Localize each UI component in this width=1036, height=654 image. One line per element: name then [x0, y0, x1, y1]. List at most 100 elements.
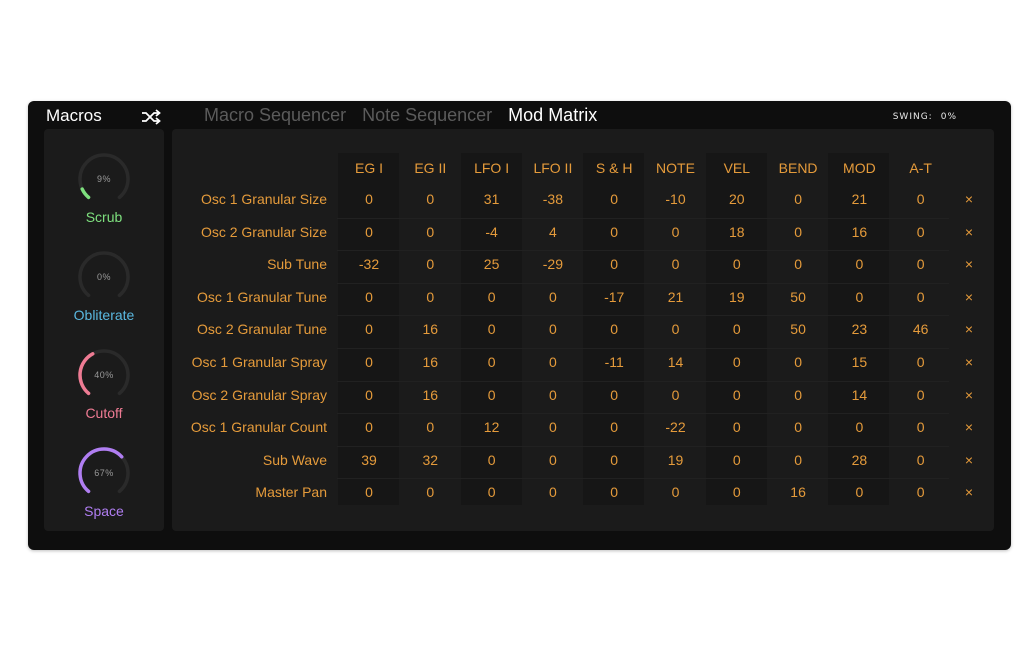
clear-row-icon[interactable]: ×: [959, 224, 979, 240]
mod-amount-cell[interactable]: 0: [399, 419, 461, 435]
mod-amount-cell[interactable]: 0: [828, 419, 890, 435]
clear-row-icon[interactable]: ×: [959, 256, 979, 272]
mod-amount-cell[interactable]: 0: [338, 354, 400, 370]
mod-amount-cell[interactable]: 0: [461, 452, 523, 468]
mod-amount-cell[interactable]: 0: [890, 419, 952, 435]
clear-row-icon[interactable]: ×: [959, 419, 979, 435]
mod-amount-cell[interactable]: 0: [338, 224, 400, 240]
mod-amount-cell[interactable]: 0: [583, 224, 645, 240]
mod-amount-cell[interactable]: 23: [828, 321, 890, 337]
mod-amount-cell[interactable]: -10: [645, 191, 707, 207]
mod-amount-cell[interactable]: 19: [645, 452, 707, 468]
mod-amount-cell[interactable]: 12: [461, 419, 523, 435]
tab-mod-matrix[interactable]: Mod Matrix: [508, 105, 597, 126]
tab-note-sequencer[interactable]: Note Sequencer: [362, 105, 492, 126]
macro-knob-scrub[interactable]: 9%: [76, 151, 132, 207]
mod-amount-cell[interactable]: 0: [645, 321, 707, 337]
mod-amount-cell[interactable]: 0: [399, 224, 461, 240]
mod-amount-cell[interactable]: 0: [522, 484, 584, 500]
mod-amount-cell[interactable]: 0: [522, 354, 584, 370]
mod-amount-cell[interactable]: 15: [828, 354, 890, 370]
mod-amount-cell[interactable]: 16: [399, 321, 461, 337]
mod-amount-cell[interactable]: 0: [890, 484, 952, 500]
mod-amount-cell[interactable]: 0: [706, 419, 768, 435]
mod-amount-cell[interactable]: 0: [890, 191, 952, 207]
mod-amount-cell[interactable]: 31: [461, 191, 523, 207]
mod-amount-cell[interactable]: 0: [890, 387, 952, 403]
clear-row-icon[interactable]: ×: [959, 387, 979, 403]
mod-amount-cell[interactable]: 0: [583, 484, 645, 500]
clear-row-icon[interactable]: ×: [959, 452, 979, 468]
mod-amount-cell[interactable]: 16: [399, 387, 461, 403]
mod-amount-cell[interactable]: 0: [645, 256, 707, 272]
mod-amount-cell[interactable]: 0: [399, 289, 461, 305]
mod-amount-cell[interactable]: -29: [522, 256, 584, 272]
macro-knob-cutoff[interactable]: 40%: [76, 347, 132, 403]
mod-amount-cell[interactable]: -4: [461, 224, 523, 240]
mod-amount-cell[interactable]: 19: [706, 289, 768, 305]
swing-readout[interactable]: SWING: 0%: [893, 112, 957, 122]
mod-amount-cell[interactable]: 0: [706, 354, 768, 370]
mod-amount-cell[interactable]: 0: [645, 224, 707, 240]
mod-amount-cell[interactable]: -22: [645, 419, 707, 435]
mod-amount-cell[interactable]: 0: [767, 256, 829, 272]
mod-amount-cell[interactable]: 0: [645, 387, 707, 403]
mod-amount-cell[interactable]: 0: [890, 289, 952, 305]
mod-amount-cell[interactable]: 0: [767, 224, 829, 240]
mod-amount-cell[interactable]: 16: [767, 484, 829, 500]
mod-amount-cell[interactable]: 25: [461, 256, 523, 272]
mod-amount-cell[interactable]: 0: [583, 419, 645, 435]
mod-amount-cell[interactable]: 0: [706, 452, 768, 468]
mod-amount-cell[interactable]: 0: [828, 289, 890, 305]
mod-amount-cell[interactable]: 16: [828, 224, 890, 240]
mod-amount-cell[interactable]: 0: [583, 387, 645, 403]
mod-amount-cell[interactable]: 28: [828, 452, 890, 468]
mod-amount-cell[interactable]: 14: [645, 354, 707, 370]
mod-amount-cell[interactable]: 0: [461, 321, 523, 337]
mod-amount-cell[interactable]: 0: [767, 452, 829, 468]
mod-amount-cell[interactable]: 0: [338, 321, 400, 337]
mod-amount-cell[interactable]: 0: [706, 321, 768, 337]
mod-amount-cell[interactable]: 0: [522, 387, 584, 403]
mod-amount-cell[interactable]: 0: [583, 321, 645, 337]
mod-amount-cell[interactable]: 0: [461, 289, 523, 305]
mod-amount-cell[interactable]: 0: [461, 387, 523, 403]
mod-amount-cell[interactable]: 0: [583, 452, 645, 468]
mod-amount-cell[interactable]: 0: [522, 289, 584, 305]
clear-row-icon[interactable]: ×: [959, 191, 979, 207]
macro-knob-obliterate[interactable]: 0%: [76, 249, 132, 305]
shuffle-icon[interactable]: [141, 109, 161, 125]
mod-amount-cell[interactable]: 0: [706, 484, 768, 500]
mod-amount-cell[interactable]: 0: [461, 354, 523, 370]
mod-amount-cell[interactable]: 0: [767, 191, 829, 207]
mod-amount-cell[interactable]: 0: [828, 484, 890, 500]
mod-amount-cell[interactable]: -38: [522, 191, 584, 207]
clear-row-icon[interactable]: ×: [959, 484, 979, 500]
mod-amount-cell[interactable]: 0: [890, 256, 952, 272]
mod-amount-cell[interactable]: 0: [399, 191, 461, 207]
mod-amount-cell[interactable]: 50: [767, 289, 829, 305]
mod-amount-cell[interactable]: 0: [338, 191, 400, 207]
mod-amount-cell[interactable]: -11: [583, 354, 645, 370]
mod-amount-cell[interactable]: 0: [399, 484, 461, 500]
mod-amount-cell[interactable]: 0: [706, 387, 768, 403]
mod-amount-cell[interactable]: 0: [338, 484, 400, 500]
mod-amount-cell[interactable]: 0: [399, 256, 461, 272]
mod-amount-cell[interactable]: 20: [706, 191, 768, 207]
mod-amount-cell[interactable]: 0: [767, 387, 829, 403]
mod-amount-cell[interactable]: 0: [890, 224, 952, 240]
mod-amount-cell[interactable]: 0: [583, 256, 645, 272]
mod-amount-cell[interactable]: 0: [338, 419, 400, 435]
mod-amount-cell[interactable]: 18: [706, 224, 768, 240]
clear-row-icon[interactable]: ×: [959, 321, 979, 337]
mod-amount-cell[interactable]: 0: [461, 484, 523, 500]
mod-amount-cell[interactable]: -32: [338, 256, 400, 272]
mod-amount-cell[interactable]: 46: [890, 321, 952, 337]
mod-amount-cell[interactable]: 0: [706, 256, 768, 272]
mod-amount-cell[interactable]: 16: [399, 354, 461, 370]
macro-knob-space[interactable]: 67%: [76, 445, 132, 501]
mod-amount-cell[interactable]: 0: [338, 289, 400, 305]
mod-amount-cell[interactable]: 0: [828, 256, 890, 272]
mod-amount-cell[interactable]: 32: [399, 452, 461, 468]
mod-amount-cell[interactable]: 0: [890, 452, 952, 468]
